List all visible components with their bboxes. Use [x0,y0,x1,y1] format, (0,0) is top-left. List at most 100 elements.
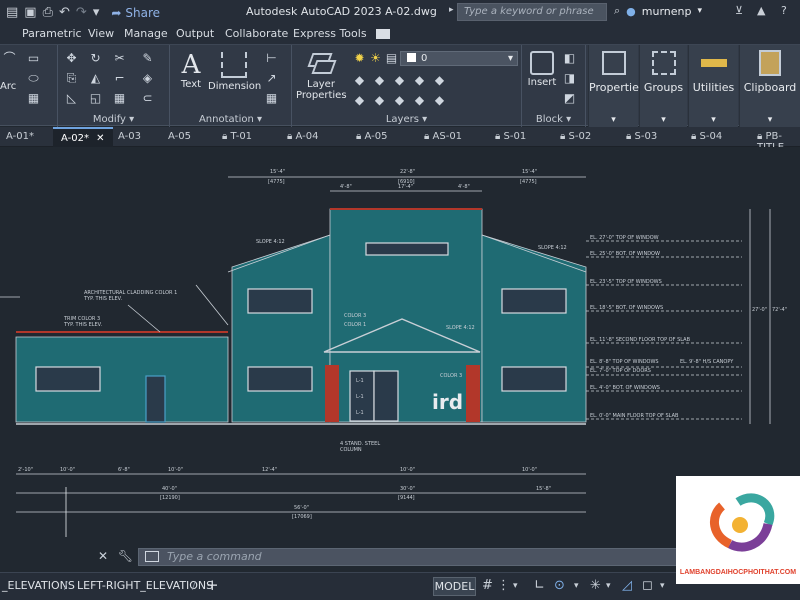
grid-icon[interactable]: # [482,578,493,593]
fillet-icon[interactable]: ⌐ [112,71,127,86]
menu-collaborate[interactable]: Collaborate [225,27,288,40]
clipboard-group[interactable]: Clipboard ▾ [739,45,800,127]
chevron-down-icon[interactable]: ▾ [574,581,579,591]
layer-tool-9-icon[interactable]: ◆ [412,93,427,108]
leader-icon[interactable]: ↗ [264,71,279,86]
tab-as-01[interactable]: 🔒︎ AS-01 [424,131,462,142]
sun-icon[interactable]: ☀ [368,51,383,66]
lock-icon[interactable]: ▤ [384,51,399,66]
text-button[interactable]: A Text [174,51,208,90]
undo-icon[interactable]: ↶ [59,5,70,20]
chevron-down-icon[interactable]: ▾ [513,581,518,591]
offset-icon[interactable]: ⊂ [140,91,155,106]
close-icon[interactable]: ✕ [98,549,108,563]
insert-button[interactable]: Insert [524,51,560,88]
scale-icon[interactable]: ◱ [88,91,103,106]
tab-s-01[interactable]: 🔒︎ S-01 [495,131,526,142]
command-input[interactable]: Type a command [138,548,720,566]
hatch-icon[interactable]: ▦ [26,91,41,106]
move-icon[interactable]: ✥ [64,51,79,66]
snap-icon[interactable]: ⋮ [497,578,510,593]
menu-view[interactable]: View [88,27,114,40]
layer-properties-button[interactable]: Layer Properties [296,51,347,101]
annotation-panel-title[interactable]: Annotation ▾ [170,114,291,125]
trim-icon[interactable]: ✂ [112,51,127,66]
array-icon[interactable]: ▦ [112,91,127,106]
modify-panel-title[interactable]: Modify ▾ [58,114,169,125]
open-folder-icon[interactable]: ▤ [6,5,18,20]
quick-access-dropdown-icon[interactable]: ▾ [93,5,100,20]
chevron-down-icon[interactable]: ▾ [606,581,611,591]
edit-block-icon[interactable]: ◨ [562,71,577,86]
copy-icon[interactable]: ⎘ [64,71,79,86]
layers-panel-title[interactable]: Layers ▾ [292,114,521,125]
tab-a-05-locked[interactable]: 🔒︎ A-05 [356,131,387,142]
layer-tool-4-icon[interactable]: ◆ [412,73,427,88]
tab-a-04[interactable]: 🔒︎ A-04 [287,131,318,142]
layer-tool-2-icon[interactable]: ◆ [372,73,387,88]
menu-express-tools[interactable]: Express Tools [293,27,367,40]
search-input[interactable]: Type a keyword or phrase [457,3,607,21]
stretch-icon[interactable]: ◺ [64,91,79,106]
note-color-3: COLOR 3 [344,313,367,319]
layer-tool-1-icon[interactable]: ◆ [352,73,367,88]
chevron-down-icon[interactable]: ▾ [660,581,665,591]
osnap-icon[interactable]: ◿ [622,578,632,593]
redo-icon[interactable]: ↷ [76,5,87,20]
tab-s-03[interactable]: 🔒︎ S-03 [626,131,657,142]
block-panel-title[interactable]: Block ▾ [522,114,585,125]
add-layout-icon[interactable]: + [206,576,219,594]
user-account[interactable]: ⌕ ● murnenp ▾ [614,4,702,18]
create-block-icon[interactable]: ◧ [562,51,577,66]
share-button[interactable]: ➦ Share [111,6,160,20]
bulb-icon[interactable]: ✹ [352,51,367,66]
save-icon[interactable]: ▣ [24,5,36,20]
layer-tool-5-icon[interactable]: ◆ [432,73,447,88]
tab-a-01[interactable]: A-01* [6,131,34,142]
dimension-button[interactable]: Dimension [208,51,261,92]
autodesk-icon[interactable]: ▲ [757,4,765,17]
layer-tool-6-icon[interactable]: ◆ [352,93,367,108]
menu-manage[interactable]: Manage [124,27,168,40]
mirror-icon[interactable]: ◭ [88,71,103,86]
tab-t-01[interactable]: 🔒︎ T-01 [222,131,252,142]
ortho-icon[interactable]: ∟ [534,578,545,593]
arc-icon[interactable]: ⌒ [2,51,17,66]
layer-tool-8-icon[interactable]: ◆ [392,93,407,108]
menu-parametric[interactable]: Parametric [22,27,82,40]
explode-icon[interactable]: ◈ [140,71,155,86]
layer-tool-7-icon[interactable]: ◆ [372,93,387,108]
tab-s-04[interactable]: 🔒︎ S-04 [691,131,722,142]
table-icon[interactable]: ▦ [264,91,279,106]
ribbon-toggle-icon[interactable] [376,29,390,39]
search-icon[interactable]: ⌕ [614,4,620,18]
properties-group[interactable]: Properties ▾ [588,45,645,127]
layer-tool-3-icon[interactable]: ◆ [392,73,407,88]
tab-a-03[interactable]: A-03 [118,131,141,142]
layer-tool-10-icon[interactable]: ◆ [432,93,447,108]
block-attr-icon[interactable]: ◩ [562,91,577,106]
utilities-group[interactable]: Utilities ▾ [688,45,738,127]
linear-dim-icon[interactable]: ⊢ [264,51,279,66]
print-icon[interactable]: ⎙ [43,5,53,20]
tab-s-02[interactable]: 🔒︎ S-02 [560,131,591,142]
model-space-button[interactable]: MODEL [433,577,476,596]
groups-group[interactable]: Groups ▾ [639,45,687,127]
polar-icon[interactable]: ⊙ [554,578,565,593]
menu-output[interactable]: Output [176,27,214,40]
ellipse-icon[interactable]: ⬭ [26,71,41,86]
tab-a-05[interactable]: A-05 [168,131,191,142]
arc-label[interactable]: Arc [0,81,16,92]
help-icon[interactable]: ? [781,4,787,17]
tab-a-02[interactable]: A-02* ✕ [53,127,113,147]
expand-arrow-icon[interactable]: ▸ [449,5,454,15]
rotate-icon[interactable]: ↻ [88,51,103,66]
isodraft-icon[interactable]: ✳ [590,578,601,593]
cart-icon[interactable]: ⊻ [735,4,743,17]
close-icon[interactable]: ✕ [96,133,104,144]
wrench-icon[interactable]: 🔧︎ [118,549,133,563]
rectangle-icon[interactable]: ▭ [26,51,41,66]
osnap-tracking-icon[interactable]: ◻ [642,578,653,593]
erase-icon[interactable]: ✎ [140,51,155,66]
layer-dropdown[interactable]: 0 ▾ [400,51,518,66]
